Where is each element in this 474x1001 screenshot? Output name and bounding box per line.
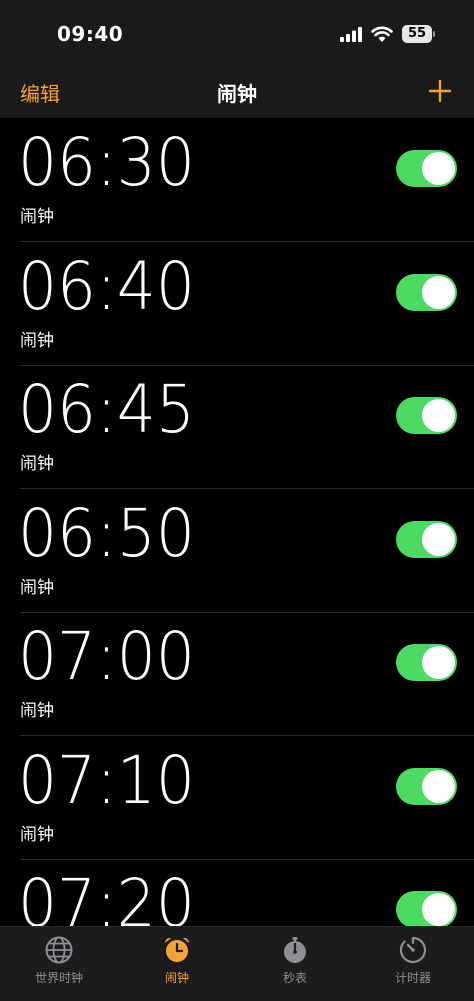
alarm-toggle[interactable] [396, 150, 457, 187]
alarm-time: 07:10 [18, 742, 195, 819]
alarm-time: 07:00 [18, 618, 195, 695]
alarm-row[interactable]: 06:50 闹钟 [0, 489, 474, 613]
nav-bar: 编辑 闹钟 [0, 70, 474, 118]
alarm-label: 闹钟 [20, 331, 54, 351]
timer-icon [399, 936, 427, 964]
tab-world-clock[interactable]: 世界时钟 [0, 927, 118, 1001]
status-time: 09:40 [57, 22, 124, 46]
tab-label: 世界时钟 [34, 971, 83, 985]
tab-bar: 世界时钟 闹钟 秒表 计时器 [0, 926, 474, 1001]
toggle-knob [422, 523, 455, 556]
alarm-toggle[interactable] [396, 768, 457, 805]
tab-alarm[interactable]: 闹钟 [118, 927, 236, 1001]
page-title: 闹钟 [217, 82, 257, 106]
alarm-time: 06:30 [18, 124, 195, 201]
alarm-time: 06:45 [18, 371, 195, 448]
add-alarm-button[interactable] [428, 79, 452, 103]
alarm-time: 06:40 [18, 248, 195, 325]
alarm-row[interactable]: 07:00 闹钟 [0, 612, 474, 736]
alarm-label: 闹钟 [20, 454, 54, 474]
battery-tip [433, 31, 435, 37]
alarm-label: 闹钟 [20, 701, 54, 721]
tab-timer[interactable]: 计时器 [354, 927, 472, 1001]
toggle-knob [422, 399, 455, 432]
status-bar: 09:40 55 [0, 0, 474, 70]
alarm-time: 06:50 [18, 495, 195, 572]
header: 09:40 55 编辑 闹钟 [0, 0, 474, 118]
toggle-knob [422, 646, 455, 679]
alarm-row[interactable]: 07:20 闹钟 [0, 859, 474, 926]
tab-label: 计时器 [394, 971, 431, 985]
toggle-knob [422, 276, 455, 309]
alarm-toggle[interactable] [396, 644, 457, 681]
alarm-toggle[interactable] [396, 397, 457, 434]
alarm-label: 闹钟 [20, 825, 54, 845]
alarm-toggle[interactable] [396, 274, 457, 311]
tab-label: 秒表 [282, 971, 307, 985]
tab-label: 闹钟 [164, 971, 189, 985]
alarm-label: 闹钟 [20, 207, 54, 227]
alarm-toggle[interactable] [396, 521, 457, 558]
alarm-time: 07:20 [18, 865, 195, 926]
alarm-toggle[interactable] [396, 891, 457, 926]
alarm-row[interactable]: 06:40 闹钟 [0, 242, 474, 366]
tab-stopwatch[interactable]: 秒表 [236, 927, 354, 1001]
toggle-knob [422, 893, 455, 926]
alarm-label: 闹钟 [20, 578, 54, 598]
alarm-list: 06:30 闹钟 06:40 闹钟 06:45 闹钟 06:50 闹钟 07:0… [0, 118, 474, 926]
alarm-row[interactable]: 06:30 闹钟 [0, 118, 474, 242]
alarm-row[interactable]: 07:10 闹钟 [0, 736, 474, 860]
globe-icon [45, 936, 73, 964]
alarm-row[interactable]: 06:45 闹钟 [0, 365, 474, 489]
toggle-knob [422, 152, 455, 185]
wifi-icon [371, 26, 393, 42]
toggle-knob [422, 770, 455, 803]
cellular-signal-icon [340, 27, 362, 42]
stopwatch-icon [284, 937, 306, 963]
battery-icon: 55 [402, 25, 432, 43]
alarm-clock-icon [164, 937, 190, 962]
